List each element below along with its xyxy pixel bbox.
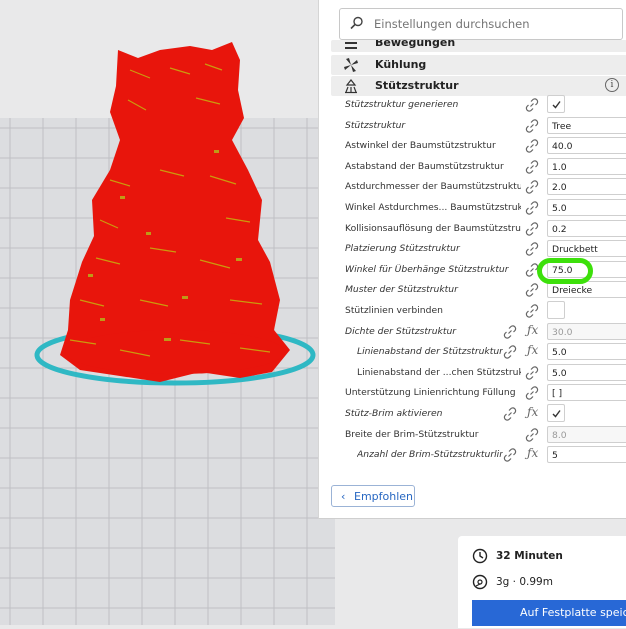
setting-input[interactable]: [ ] bbox=[547, 384, 626, 402]
setting-label: Kollisionsauflösung der Baumstützstruktu… bbox=[345, 222, 521, 234]
setting-input[interactable]: 1.0 bbox=[547, 157, 626, 175]
search-icon bbox=[350, 16, 363, 30]
setting-label: Stütz-Brim aktivieren bbox=[345, 408, 443, 419]
setting-row: Stützstruktur Tree bbox=[319, 116, 626, 137]
recommended-button[interactable]: ‹ Empfohlen bbox=[331, 485, 415, 507]
setting-row: Stützlinien verbinden bbox=[319, 301, 626, 322]
setting-label: Winkel für Überhänge Stützstruktur bbox=[345, 263, 509, 275]
setting-row: Astabstand der Baumstützstruktur 1.0 bbox=[319, 157, 626, 178]
green-highlight-mark bbox=[537, 258, 593, 284]
setting-row: Anzahl der Brim-Stützstrukturlinien ƒx 5 bbox=[319, 445, 626, 466]
setting-label: Dichte der Stützstruktur bbox=[345, 325, 457, 337]
setting-select[interactable]: Druckbett berühr... bbox=[547, 240, 626, 272]
setting-label: Unterstützung Linienrichtung Füllung bbox=[345, 387, 516, 399]
link-icon[interactable] bbox=[503, 406, 517, 421]
category-stuetzstruktur[interactable]: Stützstruktur i bbox=[331, 76, 626, 96]
link-icon[interactable] bbox=[525, 385, 539, 401]
function-icon[interactable]: ƒx bbox=[527, 323, 538, 337]
link-icon[interactable] bbox=[503, 344, 517, 359]
setting-checkbox[interactable] bbox=[547, 301, 565, 319]
setting-label: Stützstruktur generieren bbox=[345, 99, 459, 110]
function-icon[interactable]: ƒx bbox=[527, 343, 538, 357]
save-to-disk-button[interactable]: Auf Festplatte speichern bbox=[472, 600, 626, 626]
link-icon[interactable] bbox=[525, 365, 539, 380]
link-icon[interactable] bbox=[525, 138, 539, 153]
link-icon[interactable] bbox=[525, 179, 539, 195]
setting-row: Unterstützung Linienrichtung Füllung [ ] bbox=[319, 383, 626, 404]
link-icon[interactable] bbox=[525, 427, 539, 442]
print-time-value: 32 Minuten bbox=[496, 550, 563, 562]
link-icon[interactable] bbox=[525, 200, 539, 215]
clock-icon bbox=[472, 548, 488, 564]
support-icon bbox=[345, 79, 357, 94]
link-icon[interactable] bbox=[525, 282, 539, 298]
recommended-button-label: Empfohlen bbox=[354, 490, 414, 503]
setting-input[interactable]: 30.0 bbox=[547, 322, 626, 340]
material-usage-value: 3g · 0.99m bbox=[496, 576, 553, 588]
link-icon[interactable] bbox=[525, 159, 539, 174]
fan-icon bbox=[344, 58, 358, 72]
setting-label: Astabstand der Baumstützstruktur bbox=[345, 160, 504, 172]
info-icon[interactable]: i bbox=[605, 78, 619, 92]
link-icon[interactable] bbox=[525, 241, 539, 256]
print-status-panel: 32 Minuten 3g · 0.99m Auf Festplatte spe… bbox=[458, 536, 626, 628]
setting-label: Linienabstand der Stützstruktur bbox=[357, 346, 503, 358]
category-label: Stützstruktur bbox=[375, 79, 459, 92]
spool-icon bbox=[472, 574, 488, 590]
setting-label: Muster der Stützstruktur bbox=[345, 284, 458, 296]
category-label: Kühlung bbox=[375, 58, 427, 71]
setting-input[interactable]: 5 bbox=[547, 446, 626, 464]
setting-checkbox[interactable] bbox=[547, 404, 565, 422]
setting-label: Breite der Brim-Stützstruktur bbox=[345, 428, 479, 440]
setting-row: Stütz-Brim aktivieren ƒx bbox=[319, 404, 626, 425]
setting-input[interactable]: 2.0 bbox=[547, 178, 626, 196]
setting-row: Kollisionsauflösung der Baumstützstruktu… bbox=[319, 219, 626, 240]
setting-input[interactable]: 5.0 bbox=[547, 343, 626, 361]
chevron-left-icon: ‹ bbox=[341, 490, 346, 503]
setting-row: Breite der Brim-Stützstruktur 8.0 bbox=[319, 425, 626, 446]
link-icon[interactable] bbox=[525, 303, 539, 318]
setting-row: Dichte der Stützstruktur ƒx 30.0 bbox=[319, 322, 626, 343]
setting-row: Winkel Astdurchmes... Baumstützstruktur 5… bbox=[319, 198, 626, 219]
link-icon[interactable] bbox=[525, 97, 539, 112]
setting-input[interactable]: 40.0 bbox=[547, 137, 626, 155]
setting-row: Stützstruktur generieren bbox=[319, 95, 626, 116]
setting-label: Stützstruktur bbox=[345, 119, 406, 131]
function-icon[interactable]: ƒx bbox=[527, 405, 538, 419]
setting-input[interactable]: 5.0 bbox=[547, 363, 626, 381]
search-input[interactable] bbox=[372, 14, 616, 34]
setting-label: Astdurchmesser der Baumstützstruktur bbox=[345, 181, 521, 193]
movement-icon bbox=[345, 42, 357, 49]
category-label: Bewegungen bbox=[375, 40, 456, 49]
link-icon[interactable] bbox=[503, 324, 517, 339]
setting-label: Platzierung Stützstruktur bbox=[345, 243, 460, 255]
link-icon[interactable] bbox=[525, 118, 539, 133]
link-icon[interactable] bbox=[503, 447, 517, 462]
setting-row: Astwinkel der Baumstützstruktur 40.0 bbox=[319, 136, 626, 157]
setting-label: Anzahl der Brim-Stützstrukturlinien bbox=[357, 449, 503, 461]
setting-input[interactable]: 0.2 bbox=[547, 219, 626, 237]
setting-checkbox[interactable] bbox=[547, 95, 565, 113]
setting-row: Astdurchmesser der Baumstützstruktur 2.0 bbox=[319, 177, 626, 198]
setting-select[interactable]: Tree bbox=[547, 116, 626, 134]
setting-row: Linienabstand der ...chen Stützstruktur 5… bbox=[319, 363, 626, 384]
link-icon[interactable] bbox=[525, 221, 539, 236]
category-bewegungen[interactable]: Bewegungen bbox=[331, 40, 626, 52]
setting-label: Linienabstand der ...chen Stützstruktur bbox=[357, 366, 521, 378]
function-icon[interactable]: ƒx bbox=[527, 446, 538, 460]
setting-label: Stützlinien verbinden bbox=[345, 305, 443, 316]
settings-search[interactable] bbox=[339, 8, 623, 40]
setting-label: Winkel Astdurchmes... Baumstützstruktur bbox=[345, 202, 521, 213]
setting-row: Linienabstand der Stützstruktur ƒx 5.0 bbox=[319, 342, 626, 363]
category-kuehlung[interactable]: Kühlung bbox=[331, 55, 626, 75]
setting-label: Astwinkel der Baumstützstruktur bbox=[345, 140, 496, 152]
setting-input[interactable]: 8.0 bbox=[547, 425, 626, 443]
setting-input[interactable]: 5.0 bbox=[547, 199, 626, 216]
